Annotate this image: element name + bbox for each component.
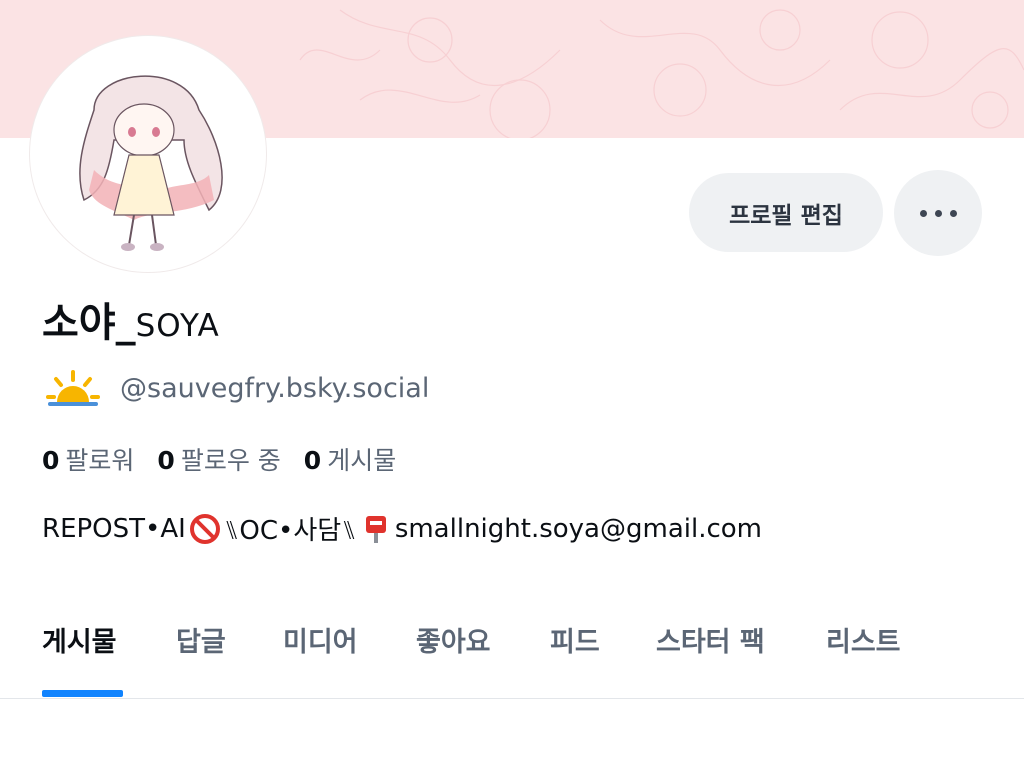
mailbox-icon bbox=[365, 515, 386, 543]
tab-lists[interactable]: 리스트 bbox=[826, 620, 901, 659]
followers-stat[interactable]: 0 팔로워 bbox=[42, 441, 134, 477]
more-options-button[interactable] bbox=[894, 170, 982, 256]
followers-count: 0 bbox=[42, 446, 60, 475]
profile-bio: REPOST•AI ⑊OC•사담⑊ smallnight.soya@gmail.… bbox=[42, 510, 762, 547]
bio-text-2: ⑊OC•사담⑊ bbox=[223, 516, 357, 546]
profile-tabs: 게시물 답글 미디어 좋아요 피드 스타터 팩 리스트 bbox=[0, 598, 1024, 699]
following-count: 0 bbox=[157, 446, 175, 475]
tab-feeds[interactable]: 피드 bbox=[550, 620, 600, 659]
tab-starter-packs[interactable]: 스타터 팩 bbox=[656, 620, 765, 659]
bio-text-1: REPOST•AI bbox=[42, 513, 186, 544]
posts-count: 0 bbox=[303, 446, 322, 475]
handle-row: @sauvegfry.bsky.social bbox=[44, 368, 429, 408]
edit-profile-button[interactable]: 프로필 편집 bbox=[689, 173, 883, 252]
more-dots-icon bbox=[916, 209, 961, 217]
edit-profile-label: 프로필 편집 bbox=[729, 202, 843, 229]
tab-replies[interactable]: 답글 bbox=[176, 620, 226, 659]
following-label: 팔로우 중 bbox=[180, 446, 281, 475]
avatar[interactable] bbox=[30, 36, 266, 272]
active-tab-indicator bbox=[42, 690, 123, 697]
no-entry-icon bbox=[189, 513, 220, 544]
tab-media[interactable]: 미디어 bbox=[283, 620, 358, 659]
display-name-korean: 소야_ bbox=[42, 300, 136, 346]
tab-posts[interactable]: 게시물 bbox=[42, 620, 117, 659]
bio-email-link[interactable]: smallnight.soya@gmail.com bbox=[395, 514, 762, 544]
following-stat[interactable]: 0 팔로우 중 bbox=[157, 441, 280, 477]
profile-page: 프로필 편집 소야_SOYA @sauvegfry.bsky.social 0팔… bbox=[0, 0, 1024, 768]
avatar-illustration-icon bbox=[34, 40, 262, 268]
followers-label: 팔로워 bbox=[65, 446, 135, 475]
handle[interactable]: @sauvegfry.bsky.social bbox=[120, 373, 429, 404]
display-name-latin: SOYA bbox=[135, 308, 220, 344]
tab-likes[interactable]: 좋아요 bbox=[416, 620, 491, 659]
profile-stats: 0 팔로워 0 팔로우 중 0 게시물 bbox=[42, 441, 419, 477]
display-name: 소야_SOYA bbox=[42, 290, 220, 348]
posts-label: 게시물 bbox=[327, 446, 397, 475]
sunrise-emoji-icon bbox=[46, 370, 100, 406]
posts-stat: 0 게시물 bbox=[304, 441, 396, 477]
